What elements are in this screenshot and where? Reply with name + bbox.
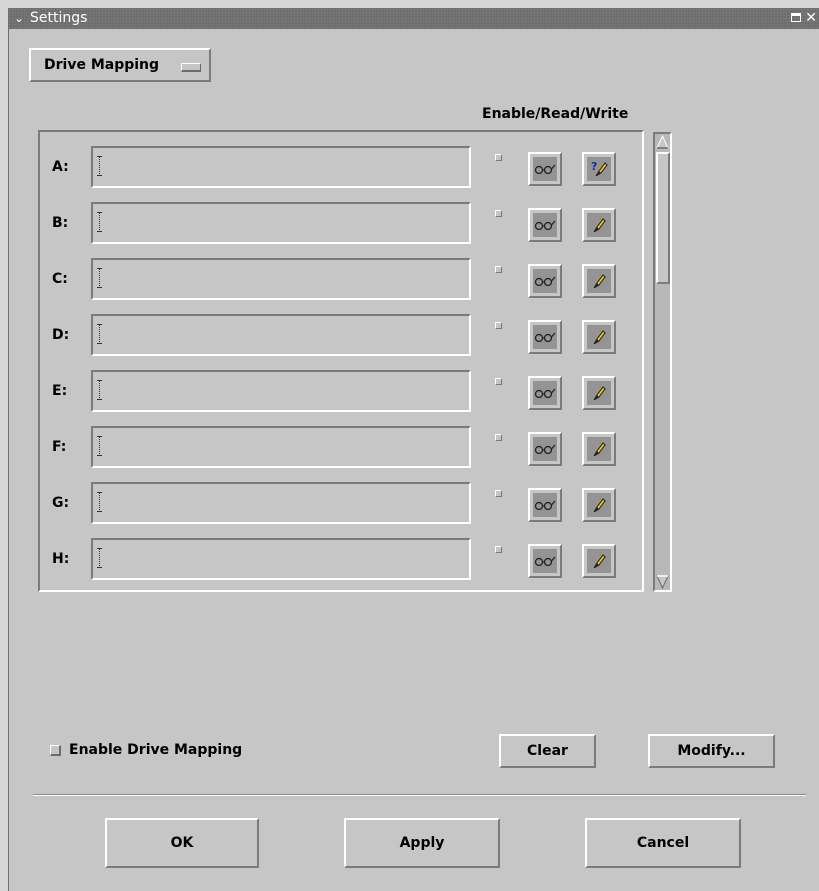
pencil-icon [593, 498, 606, 513]
enable-toggle-e[interactable] [495, 378, 502, 385]
drive-label: A: [52, 159, 69, 175]
enable-read-write-header: Enable/Read/Write [482, 106, 629, 122]
read-toggle-c[interactable] [528, 264, 562, 298]
text-caret [97, 212, 102, 232]
glasses-icon [534, 164, 556, 174]
drive-path-input-c[interactable] [91, 258, 471, 300]
drive-row-d: D: [40, 314, 642, 358]
window-title: Settings [30, 10, 88, 26]
text-caret [97, 380, 102, 400]
write-toggle-d[interactable] [582, 320, 616, 354]
scroll-down-arrow-icon[interactable] [656, 575, 669, 589]
drive-path-input-b[interactable] [91, 202, 471, 244]
svg-text:?: ? [591, 160, 597, 173]
write-toggle-h[interactable] [582, 544, 616, 578]
enable-toggle-f[interactable] [495, 434, 502, 441]
text-caret [97, 268, 102, 288]
modify-button[interactable]: Modify... [648, 734, 775, 768]
ok-button[interactable]: OK [105, 818, 259, 868]
write-toggle-e[interactable] [582, 376, 616, 410]
enable-toggle-b[interactable] [495, 210, 502, 217]
read-toggle-d[interactable] [528, 320, 562, 354]
vertical-scrollbar[interactable] [653, 132, 672, 592]
title-bar[interactable]: ⌄ Settings ✕ [8, 8, 819, 29]
drive-row-b: B: [40, 202, 642, 246]
drive-label: H: [52, 551, 70, 567]
glasses-icon [534, 500, 556, 510]
enable-toggle-c[interactable] [495, 266, 502, 273]
read-toggle-h[interactable] [528, 544, 562, 578]
drive-row-g: G: [40, 482, 642, 526]
write-toggle-g[interactable] [582, 488, 616, 522]
glasses-icon [534, 388, 556, 398]
drive-label: G: [52, 495, 70, 511]
text-caret [97, 436, 102, 456]
enable-toggle-g[interactable] [495, 490, 502, 497]
clear-button[interactable]: Clear [499, 734, 596, 768]
close-icon[interactable]: ✕ [805, 8, 817, 29]
drive-path-input-e[interactable] [91, 370, 471, 412]
glasses-icon [534, 276, 556, 286]
drive-row-f: F: [40, 426, 642, 470]
drive-list: A: ? B: C: D: E: F: G: H: [38, 130, 644, 592]
read-toggle-e[interactable] [528, 376, 562, 410]
drive-path-input-h[interactable] [91, 538, 471, 580]
read-toggle-b[interactable] [528, 208, 562, 242]
write-toggle-c[interactable] [582, 264, 616, 298]
glasses-icon [534, 332, 556, 342]
option-menu-indicator-icon [181, 63, 201, 72]
drive-row-h: H: [40, 538, 642, 582]
help-pencil-icon: ? [591, 160, 608, 177]
section-dropdown[interactable]: Drive Mapping [29, 48, 211, 82]
enable-drive-mapping-checkbox[interactable]: Enable Drive Mapping [50, 742, 242, 758]
enable-drive-mapping-label: Enable Drive Mapping [69, 742, 243, 758]
divider [33, 794, 806, 796]
write-toggle-b[interactable] [582, 208, 616, 242]
pencil-icon [593, 218, 606, 233]
text-caret [97, 492, 102, 512]
pencil-icon [593, 442, 606, 457]
enable-toggle-d[interactable] [495, 322, 502, 329]
drive-path-input-f[interactable] [91, 426, 471, 468]
read-toggle-a[interactable] [528, 152, 562, 186]
pencil-icon [593, 554, 606, 569]
pencil-icon [593, 330, 606, 345]
write-toggle-a[interactable]: ? [582, 152, 616, 186]
apply-button[interactable]: Apply [344, 818, 500, 868]
scrollbar-thumb[interactable] [656, 152, 670, 284]
checkbox-indicator[interactable] [50, 744, 61, 756]
text-caret [97, 156, 102, 176]
section-dropdown-label: Drive Mapping [44, 57, 160, 73]
read-toggle-f[interactable] [528, 432, 562, 466]
text-caret [97, 324, 102, 344]
drive-label: D: [52, 327, 70, 343]
window-menu-icon[interactable]: ⌄ [14, 8, 24, 29]
drive-path-input-d[interactable] [91, 314, 471, 356]
pencil-icon [593, 386, 606, 401]
drive-label: E: [52, 383, 68, 399]
glasses-icon [534, 220, 556, 230]
drive-row-e: E: [40, 370, 642, 414]
text-caret [97, 548, 102, 568]
drive-path-input-g[interactable] [91, 482, 471, 524]
drive-label: F: [52, 439, 67, 455]
drive-label: B: [52, 215, 69, 231]
drive-row-a: A: ? [40, 146, 642, 190]
glasses-icon [534, 556, 556, 566]
drive-path-input-a[interactable] [91, 146, 471, 188]
drive-row-c: C: [40, 258, 642, 302]
pencil-icon [593, 274, 606, 289]
enable-toggle-h[interactable] [495, 546, 502, 553]
enable-toggle-a[interactable] [495, 154, 502, 161]
write-toggle-f[interactable] [582, 432, 616, 466]
cancel-button[interactable]: Cancel [585, 818, 741, 868]
scroll-up-arrow-icon[interactable] [656, 135, 669, 149]
drive-label: C: [52, 271, 68, 287]
read-toggle-g[interactable] [528, 488, 562, 522]
maximize-icon[interactable] [791, 13, 801, 22]
glasses-icon [534, 444, 556, 454]
